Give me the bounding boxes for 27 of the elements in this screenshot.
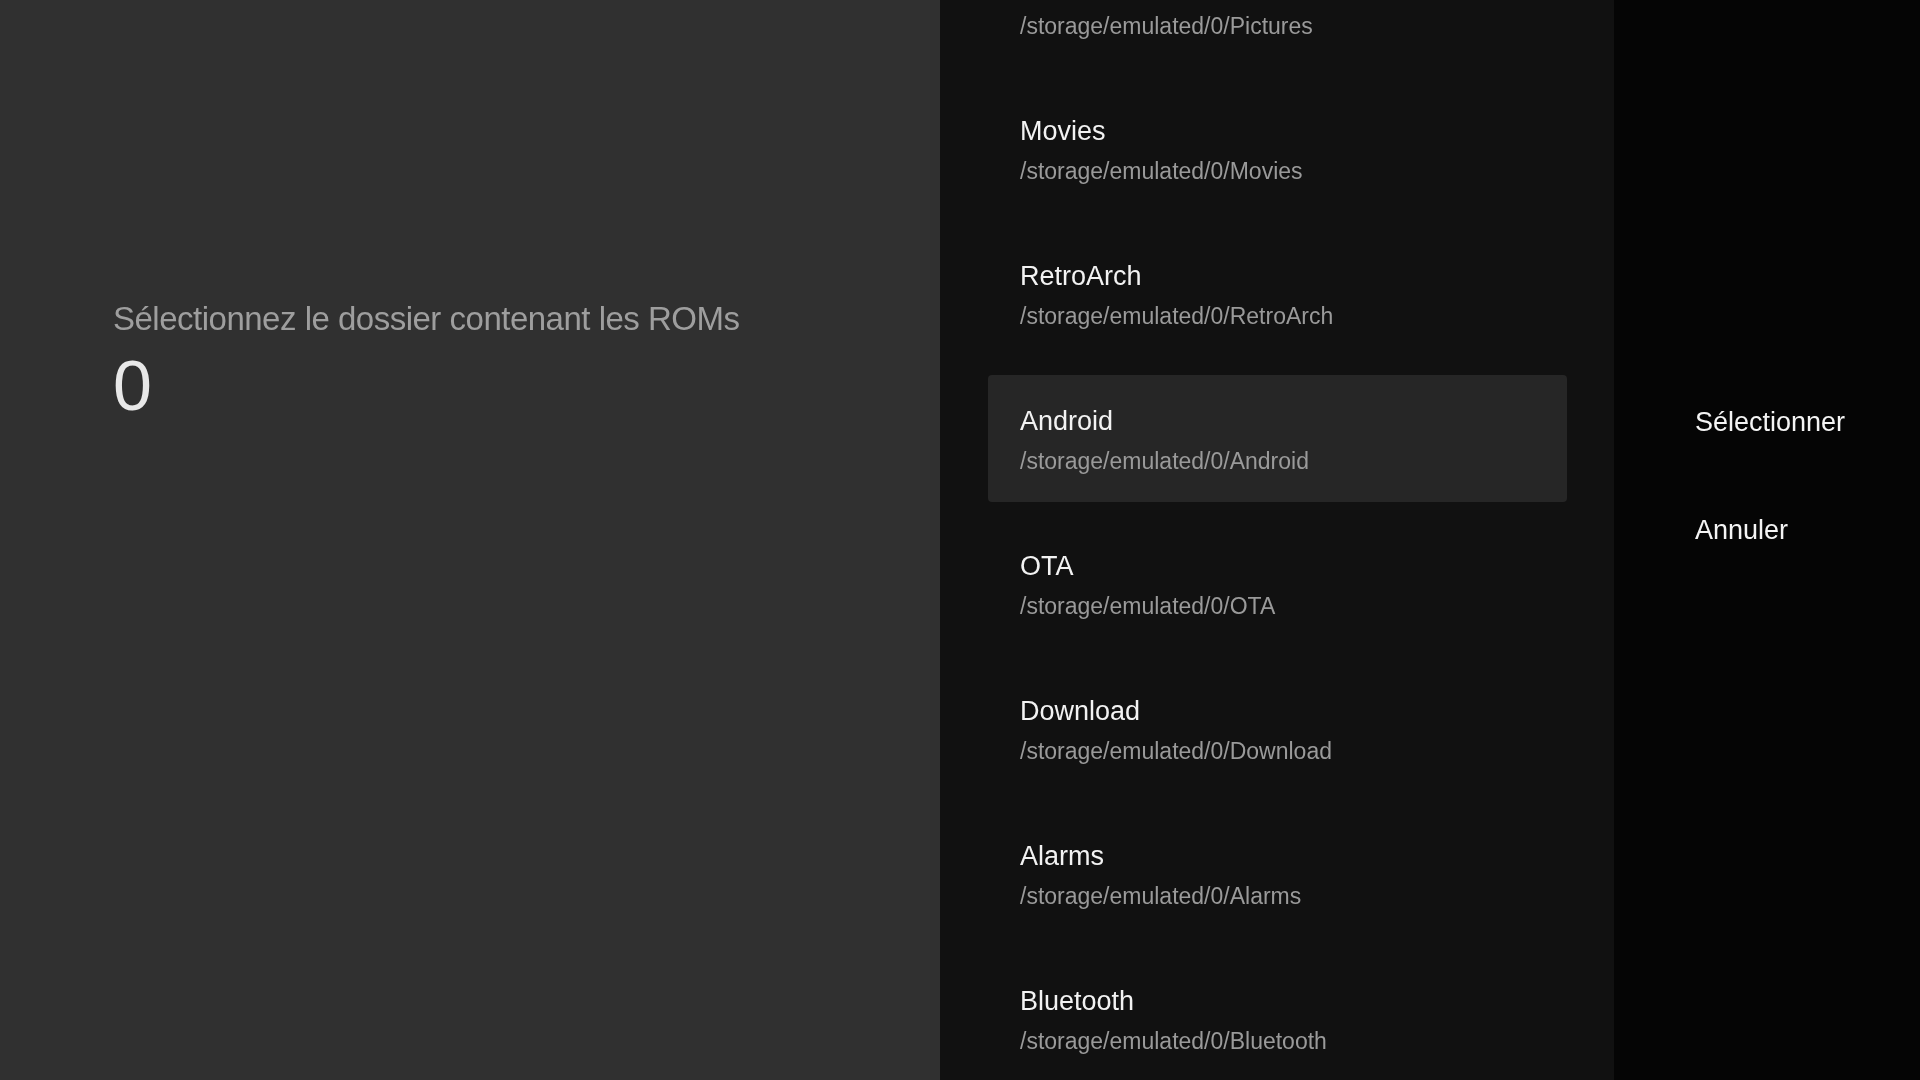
folder-item[interactable]: Movies /storage/emulated/0/Movies <box>988 85 1567 212</box>
folder-path: /storage/emulated/0/Alarms <box>1020 882 1302 910</box>
folder-name: Alarms <box>1020 840 1104 872</box>
folder-item[interactable]: Download /storage/emulated/0/Download <box>988 665 1567 792</box>
folder-item[interactable]: /storage/emulated/0/Pictures <box>988 0 1567 67</box>
folder-path: /storage/emulated/0/Android <box>1020 447 1309 475</box>
folder-name: Android <box>1020 405 1114 437</box>
folder-name: Bluetooth <box>1020 985 1135 1017</box>
folder-path: /storage/emulated/0/RetroArch <box>1020 302 1334 330</box>
folder-path: /storage/emulated/0/OTA <box>1020 592 1276 620</box>
folder-name: Movies <box>1020 115 1106 147</box>
folder-path: /storage/emulated/0/Pictures <box>1020 12 1313 40</box>
folder-name: RetroArch <box>1020 260 1142 292</box>
prompt-title: Sélectionnez le dossier contenant les ROMs <box>113 300 740 338</box>
folder-path: /storage/emulated/0/Bluetooth <box>1020 1027 1327 1055</box>
folder-item[interactable]: Alarms /storage/emulated/0/Alarms <box>988 810 1567 937</box>
folder-item[interactable]: OTA /storage/emulated/0/OTA <box>988 520 1567 647</box>
folder-item[interactable]: RetroArch /storage/emulated/0/RetroArch <box>988 230 1567 357</box>
folder-item[interactable]: Android /storage/emulated/0/Android <box>988 375 1567 502</box>
select-button[interactable]: Sélectionner <box>1695 402 1846 442</box>
cancel-button[interactable]: Annuler <box>1695 510 1789 550</box>
folder-path: /storage/emulated/0/Movies <box>1020 157 1303 185</box>
folder-name: OTA <box>1020 550 1074 582</box>
count-value: 0 <box>113 346 152 426</box>
folder-item[interactable]: Bluetooth /storage/emulated/0/Bluetooth <box>988 955 1567 1080</box>
folder-path: /storage/emulated/0/Download <box>1020 737 1332 765</box>
folder-name: Download <box>1020 695 1141 727</box>
